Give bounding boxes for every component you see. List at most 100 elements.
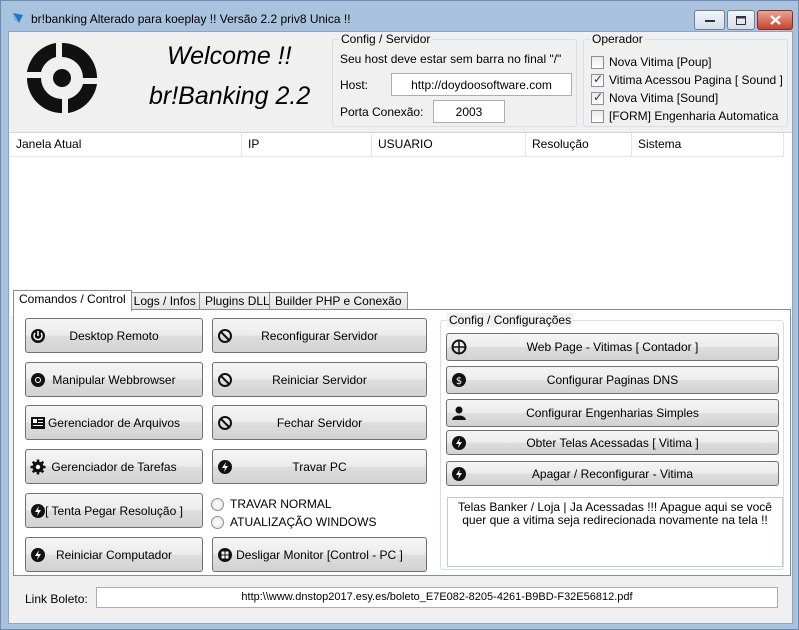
port-label: Porta Conexão: bbox=[340, 105, 424, 119]
button-label: Manipular Webbrowser bbox=[52, 372, 176, 387]
apagar-reconfigurar-vitima-button[interactable]: Apagar / Reconfigurar - Vitima bbox=[446, 461, 779, 486]
checkbox-box bbox=[591, 90, 604, 105]
close-icon bbox=[769, 15, 781, 25]
app-icon bbox=[13, 13, 23, 23]
reiniciar-computador-button[interactable]: Reiniciar Computador bbox=[25, 537, 203, 572]
button-label: [ Tenta Pegar Resolução ] bbox=[45, 503, 183, 518]
telas-acessadas-textbox[interactable]: Telas Banker / Loja | Ja Acessadas !!! A… bbox=[447, 497, 783, 567]
windows-icon bbox=[218, 548, 232, 562]
checkbox-label: Nova Vitima [Sound] bbox=[609, 91, 719, 105]
reiniciar-servidor-button[interactable]: Reiniciar Servidor bbox=[212, 362, 427, 397]
button-label: Obter Telas Acessadas [ Vitima ] bbox=[526, 435, 699, 450]
button-label: Configurar Engenharias Simples bbox=[526, 406, 699, 420]
column-resolucao[interactable]: Resolução bbox=[526, 133, 632, 157]
radio-dot bbox=[211, 497, 224, 511]
host-input[interactable] bbox=[391, 73, 572, 96]
travar-pc-button[interactable]: Travar PC bbox=[212, 449, 427, 484]
host-hint: Seu host deve estar sem barra no final "… bbox=[340, 52, 562, 66]
globe-icon bbox=[451, 339, 467, 355]
checkbox-form-engenharia[interactable]: [FORM] Engenharia Automatica bbox=[591, 109, 778, 123]
desligar-monitor-button[interactable]: Desligar Monitor [Control - PC ] bbox=[212, 537, 427, 572]
reconfigurar-servidor-button[interactable]: Reconfigurar Servidor bbox=[212, 318, 427, 353]
power-icon bbox=[31, 329, 45, 343]
checkbox-label: [FORM] Engenharia Automatica bbox=[609, 109, 779, 123]
button-label: Desktop Remoto bbox=[69, 328, 159, 343]
title-bar[interactable]: br!banking Alterado para koeplay !! Vers… bbox=[1, 1, 798, 31]
welcome-heading: Welcome !! bbox=[167, 42, 292, 70]
button-label: Travar PC bbox=[292, 459, 347, 474]
minimize-button[interactable] bbox=[694, 10, 725, 30]
main-window: br!banking Alterado para koeplay !! Vers… bbox=[0, 0, 799, 630]
logo-icon bbox=[27, 43, 97, 113]
checkbox-label: Nova Vitima [Poup] bbox=[609, 55, 712, 69]
radio-atualizacao-windows[interactable]: ATUALIZAÇÃO WINDOWS bbox=[211, 515, 376, 529]
comandos-panel: Desktop Remoto Manipular Webbrowser Gere… bbox=[13, 309, 791, 576]
listview-header: Janela Atual IP USUARIO Resolução Sistem… bbox=[10, 133, 784, 157]
user-icon bbox=[452, 406, 466, 420]
gerenciador-tarefas-button[interactable]: Gerenciador de Tarefas bbox=[25, 449, 203, 484]
block-icon bbox=[218, 416, 232, 430]
bolt-icon bbox=[218, 460, 232, 474]
tab-plugins-dll[interactable]: Plugins DLL bbox=[199, 292, 276, 310]
file-manager-icon bbox=[31, 417, 45, 429]
maximize-button[interactable] bbox=[727, 10, 755, 30]
tab-logs-infos[interactable]: [ Logs / Infos ] bbox=[121, 292, 209, 310]
button-label: Desligar Monitor [Control - PC ] bbox=[236, 547, 403, 562]
host-label: Host: bbox=[340, 78, 369, 92]
radio-dot bbox=[211, 515, 224, 529]
column-ip[interactable]: IP bbox=[242, 133, 372, 157]
bolt-icon bbox=[31, 548, 45, 562]
configurar-paginas-dns-button[interactable]: $ Configurar Paginas DNS bbox=[446, 366, 779, 394]
obter-telas-acessadas-button[interactable]: Obter Telas Acessadas [ Vitima ] bbox=[446, 430, 779, 455]
minimize-icon bbox=[704, 20, 715, 22]
close-button[interactable] bbox=[757, 10, 793, 30]
client-area: Welcome !! br!Banking 2.2 Config / Servi… bbox=[8, 31, 793, 624]
manipular-webbrowser-button[interactable]: Manipular Webbrowser bbox=[25, 362, 203, 397]
checkbox-vitima-acessou[interactable]: Vitima Acessou Pagina [ Sound ] bbox=[591, 72, 783, 87]
bolt-icon bbox=[452, 467, 466, 481]
chrome-icon bbox=[31, 373, 45, 387]
link-boleto-input[interactable]: http:\\www.dnstop2017.esy.es/boleto_E7E0… bbox=[96, 587, 778, 608]
button-label: Configurar Paginas DNS bbox=[546, 373, 679, 387]
button-label: Fechar Servidor bbox=[276, 415, 363, 430]
checkbox-nova-vitima-poup[interactable]: Nova Vitima [Poup] bbox=[591, 55, 712, 69]
block-icon bbox=[218, 373, 232, 387]
window-title: br!banking Alterado para koeplay !! Vers… bbox=[31, 12, 351, 26]
tab-builder-php[interactable]: Builder PHP e Conexão bbox=[269, 292, 408, 310]
tenta-pegar-resolucao-button[interactable]: [ Tenta Pegar Resolução ] bbox=[25, 493, 203, 528]
maximize-icon bbox=[736, 15, 746, 25]
checkbox-label: Vitima Acessou Pagina [ Sound ] bbox=[609, 73, 783, 87]
checkbox-box bbox=[591, 55, 604, 69]
web-page-vitimas-button[interactable]: Web Page - Vitimas [ Contador ] bbox=[446, 333, 779, 361]
desktop-remoto-button[interactable]: Desktop Remoto bbox=[25, 318, 203, 353]
radio-travar-normal[interactable]: TRAVAR NORMAL bbox=[211, 497, 332, 511]
button-label: Apagar / Reconfigurar - Vitima bbox=[531, 466, 694, 481]
column-sistema[interactable]: Sistema bbox=[632, 133, 784, 157]
tab-comandos-control[interactable]: Comandos / Control bbox=[13, 290, 132, 311]
victims-listview[interactable]: Janela Atual IP USUARIO Resolução Sistem… bbox=[10, 132, 792, 316]
gerenciador-arquivos-button[interactable]: Gerenciador de Arquivos bbox=[25, 405, 203, 440]
configurar-engenharias-button[interactable]: Configurar Engenharias Simples bbox=[446, 399, 779, 427]
operador-title: Operador bbox=[590, 32, 645, 46]
link-boleto-label: Link Boleto: bbox=[25, 592, 88, 606]
config-servidor-title: Config / Servidor bbox=[339, 32, 433, 46]
checkbox-box bbox=[591, 109, 604, 123]
port-input[interactable] bbox=[433, 100, 505, 123]
radio-label: ATUALIZAÇÃO WINDOWS bbox=[230, 515, 377, 529]
block-icon bbox=[218, 329, 232, 343]
button-label: Gerenciador de Tarefas bbox=[51, 459, 177, 474]
column-janela-atual[interactable]: Janela Atual bbox=[10, 133, 242, 157]
bolt-icon bbox=[452, 436, 466, 450]
radio-label: TRAVAR NORMAL bbox=[230, 497, 332, 511]
column-usuario[interactable]: USUARIO bbox=[372, 133, 526, 157]
bolt-icon bbox=[31, 504, 45, 518]
button-label: Web Page - Vitimas [ Contador ] bbox=[526, 340, 699, 354]
operador-group: Operador Nova Vitima [Poup] Vitima Acess… bbox=[583, 32, 788, 127]
button-label: Reconfigurar Servidor bbox=[261, 328, 378, 343]
fechar-servidor-button[interactable]: Fechar Servidor bbox=[212, 405, 427, 440]
button-label: Gerenciador de Arquivos bbox=[47, 415, 181, 430]
checkbox-nova-vitima-sound[interactable]: Nova Vitima [Sound] bbox=[591, 90, 719, 105]
app-name-heading: br!Banking 2.2 bbox=[149, 82, 311, 110]
button-label: Reiniciar Servidor bbox=[272, 372, 367, 387]
config-servidor-group: Config / Servidor Seu host deve estar se… bbox=[332, 32, 577, 127]
